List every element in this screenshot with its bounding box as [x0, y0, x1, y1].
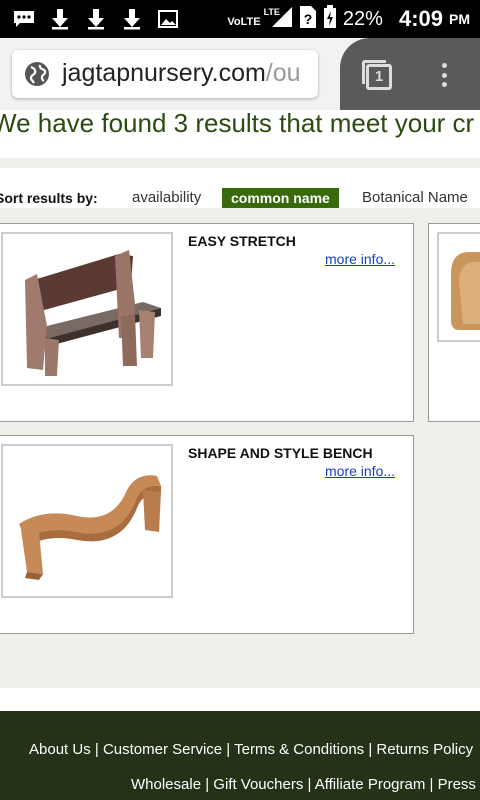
results-headline: We have found 3 results that meet your c…	[0, 110, 475, 138]
overflow-menu-button[interactable]	[438, 60, 450, 90]
svg-text:?: ?	[304, 11, 313, 27]
product-title[interactable]: EASY STRETCH	[188, 233, 296, 249]
product-image[interactable]	[437, 232, 480, 342]
product-image[interactable]	[1, 232, 173, 386]
sort-botanical-name[interactable]: Botanical Name	[362, 189, 468, 206]
image-icon	[156, 7, 180, 31]
footer-link-gift-vouchers[interactable]: Gift Vouchers	[213, 776, 303, 793]
system-indicators: VoLTE LTE ? 22% 4:09 PM	[227, 4, 470, 34]
web-page: We have found 3 results that meet your c…	[0, 110, 480, 800]
clock-ampm: PM	[449, 11, 470, 27]
footer-link-affiliate[interactable]: Affiliate Program	[315, 776, 426, 793]
battery-icon	[323, 4, 337, 34]
url-bar[interactable]: jagtapnursery.com/ou	[12, 50, 318, 98]
notification-icons	[12, 7, 180, 31]
url-domain: jagtapnursery.com	[62, 59, 266, 87]
more-info-link[interactable]: more info...	[325, 463, 395, 479]
product-title[interactable]: SHAPE AND STYLE BENCH	[188, 445, 373, 461]
footer-links-row-2: Wholesale | Gift Vouchers | Affiliate Pr…	[131, 776, 476, 793]
browser-toolbar: jagtapnursery.com/ou 1	[0, 38, 480, 110]
product-image[interactable]	[1, 444, 173, 598]
status-bar: VoLTE LTE ? 22% 4:09 PM	[0, 0, 480, 38]
download-icon	[48, 7, 72, 31]
message-icon	[12, 7, 36, 31]
url-path: /ou	[265, 59, 301, 87]
menu-dot-icon	[441, 82, 447, 87]
sort-label: Sort results by:	[0, 190, 98, 206]
menu-dot-icon	[441, 63, 447, 68]
globe-icon	[24, 61, 50, 92]
more-info-link[interactable]: more info...	[325, 251, 395, 267]
product-card: SHAPE AND STYLE BENCH more info...	[0, 435, 414, 634]
footer-link-wholesale[interactable]: Wholesale	[131, 776, 201, 793]
site-footer: About Us | Customer Service | Terms & Co…	[0, 711, 480, 800]
footer-link-returns[interactable]: Returns Policy	[376, 741, 473, 758]
footer-link-customer-service[interactable]: Customer Service	[103, 741, 222, 758]
footer-link-press[interactable]: Press	[438, 776, 476, 793]
sort-common-name[interactable]: common name	[222, 188, 339, 208]
clock: 4:09	[398, 6, 443, 31]
battery-percent: 22%	[342, 7, 383, 30]
tab-count: 1	[366, 64, 392, 90]
lte-label: LTE	[263, 7, 280, 17]
sort-availability[interactable]: availability	[132, 189, 201, 206]
volte-label: VoLTE	[227, 16, 261, 28]
footer-link-about[interactable]: About Us	[29, 741, 91, 758]
url-text: jagtapnursery.com/ou	[62, 59, 301, 88]
download-icon	[120, 7, 144, 31]
footer-link-terms[interactable]: Terms & Conditions	[234, 741, 364, 758]
tab-switcher-button[interactable]: 1	[362, 60, 392, 90]
product-card-partial	[428, 223, 480, 422]
product-card: EASY STRETCH more info...	[0, 223, 414, 422]
download-icon	[84, 7, 108, 31]
sim-alert-icon: ?	[299, 5, 317, 34]
menu-dot-icon	[441, 72, 447, 78]
screen: VoLTE LTE ? 22% 4:09 PM jagtapnursery.co…	[0, 0, 480, 800]
footer-links-row-1: About Us | Customer Service | Terms & Co…	[29, 741, 474, 758]
toolbar-actions-bg	[340, 38, 480, 110]
